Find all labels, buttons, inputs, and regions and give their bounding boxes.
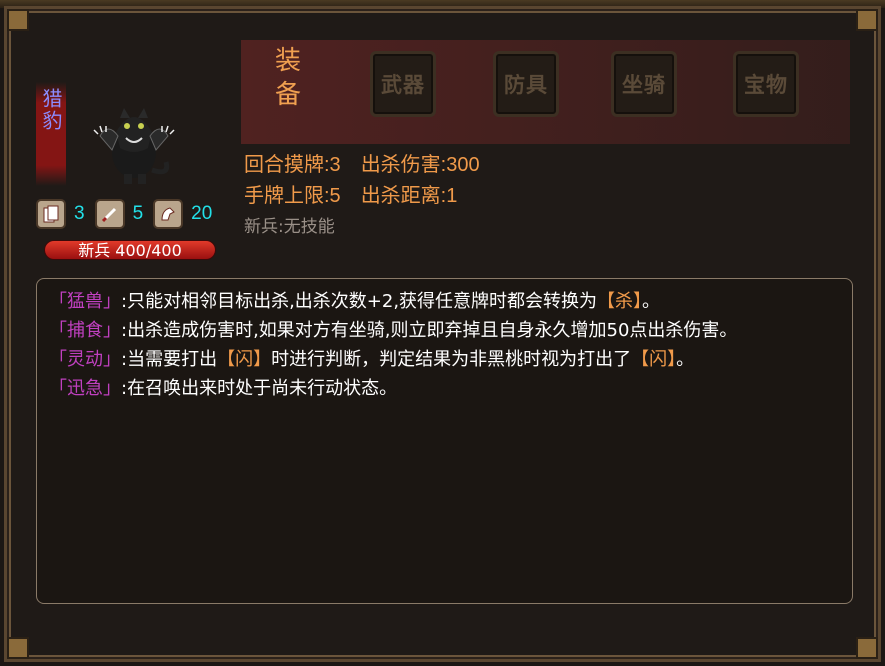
ability-keyword: 【闪】 bbox=[631, 349, 677, 370]
ability-description-box: 「猛兽」:只能对相邻目标出杀,出杀次数+2,获得任意牌时都会转换为【杀】。 「捕… bbox=[36, 278, 853, 604]
horse-icon bbox=[153, 199, 184, 229]
draw-stat-value: 3 bbox=[74, 203, 85, 224]
ability-text-end: 。 bbox=[642, 291, 661, 312]
unit-name: 猎豹 bbox=[39, 88, 63, 132]
ability-text: :只能对相邻目标出杀,出杀次数+2,获得任意牌时都会转换为 bbox=[121, 291, 598, 312]
frame-corner bbox=[7, 9, 29, 31]
ability-text-end: 。 bbox=[676, 349, 695, 370]
info-attack-range: 出杀距离:1 bbox=[360, 185, 458, 207]
info-hand-limit: 手牌上限:5 bbox=[244, 185, 341, 207]
equip-slot-weapon[interactable]: 武器 bbox=[370, 51, 436, 117]
card-icon bbox=[36, 199, 66, 229]
info-draw-per-turn: 回合摸牌:3 bbox=[244, 154, 341, 176]
ability-name: 「捕食」 bbox=[49, 320, 121, 341]
ability-row: 「迅急」:在召唤出来时处于尚未行动状态。 bbox=[49, 374, 840, 403]
sword-icon bbox=[94, 199, 125, 229]
info-row-2: 手牌上限:5 出杀距离:1 bbox=[244, 179, 477, 208]
speed-stat-value: 20 bbox=[191, 203, 213, 224]
unit-skill-text: 新兵:无技能 bbox=[244, 217, 335, 237]
frame-corner bbox=[856, 637, 878, 659]
ability-name: 「猛兽」 bbox=[49, 291, 121, 312]
equip-slot-treasure[interactable]: 宝物 bbox=[733, 51, 799, 117]
frame-corner bbox=[7, 637, 29, 659]
equipment-title: 装备 bbox=[274, 46, 301, 110]
info-row-1: 回合摸牌:3 出杀伤害:300 bbox=[244, 148, 500, 177]
equip-slot-mount[interactable]: 坐骑 bbox=[611, 51, 677, 117]
ability-text: :当需要打出 bbox=[121, 349, 218, 370]
ability-keyword: 【杀】 bbox=[597, 291, 643, 312]
frame-corner bbox=[856, 9, 878, 31]
ability-text-mid: 时进行判断，判定结果为非黑桃时视为打出了 bbox=[271, 349, 632, 370]
ability-row: 「灵动」:当需要打出【闪】时进行判断，判定结果为非黑桃时视为打出了【闪】。 bbox=[49, 345, 840, 374]
ability-name: 「灵动」 bbox=[49, 349, 121, 370]
info-attack-damage: 出杀伤害:300 bbox=[360, 154, 480, 176]
unit-stats: 3 5 20 bbox=[36, 198, 222, 230]
unit-name-banner: 猎豹 bbox=[36, 82, 66, 186]
ability-name: 「迅急」 bbox=[49, 378, 121, 399]
panther-portrait-icon bbox=[93, 108, 175, 184]
ability-text: :出杀造成伤害时,如果对方有坐骑,则立即弃掉且自身永久增加50点出杀伤害。 bbox=[121, 320, 738, 341]
ability-text: :在召唤出来时处于尚未行动状态。 bbox=[121, 378, 398, 399]
ability-keyword: 【闪】 bbox=[217, 349, 272, 370]
attack-stat-value: 5 bbox=[132, 203, 144, 224]
equip-slot-armor[interactable]: 防具 bbox=[493, 51, 559, 117]
ability-row: 「捕食」:出杀造成伤害时,如果对方有坐骑,则立即弃掉且自身永久增加50点出杀伤害… bbox=[49, 316, 840, 345]
ability-row: 「猛兽」:只能对相邻目标出杀,出杀次数+2,获得任意牌时都会转换为【杀】。 bbox=[49, 287, 840, 316]
hp-text: 新兵 400/400 bbox=[78, 241, 182, 260]
